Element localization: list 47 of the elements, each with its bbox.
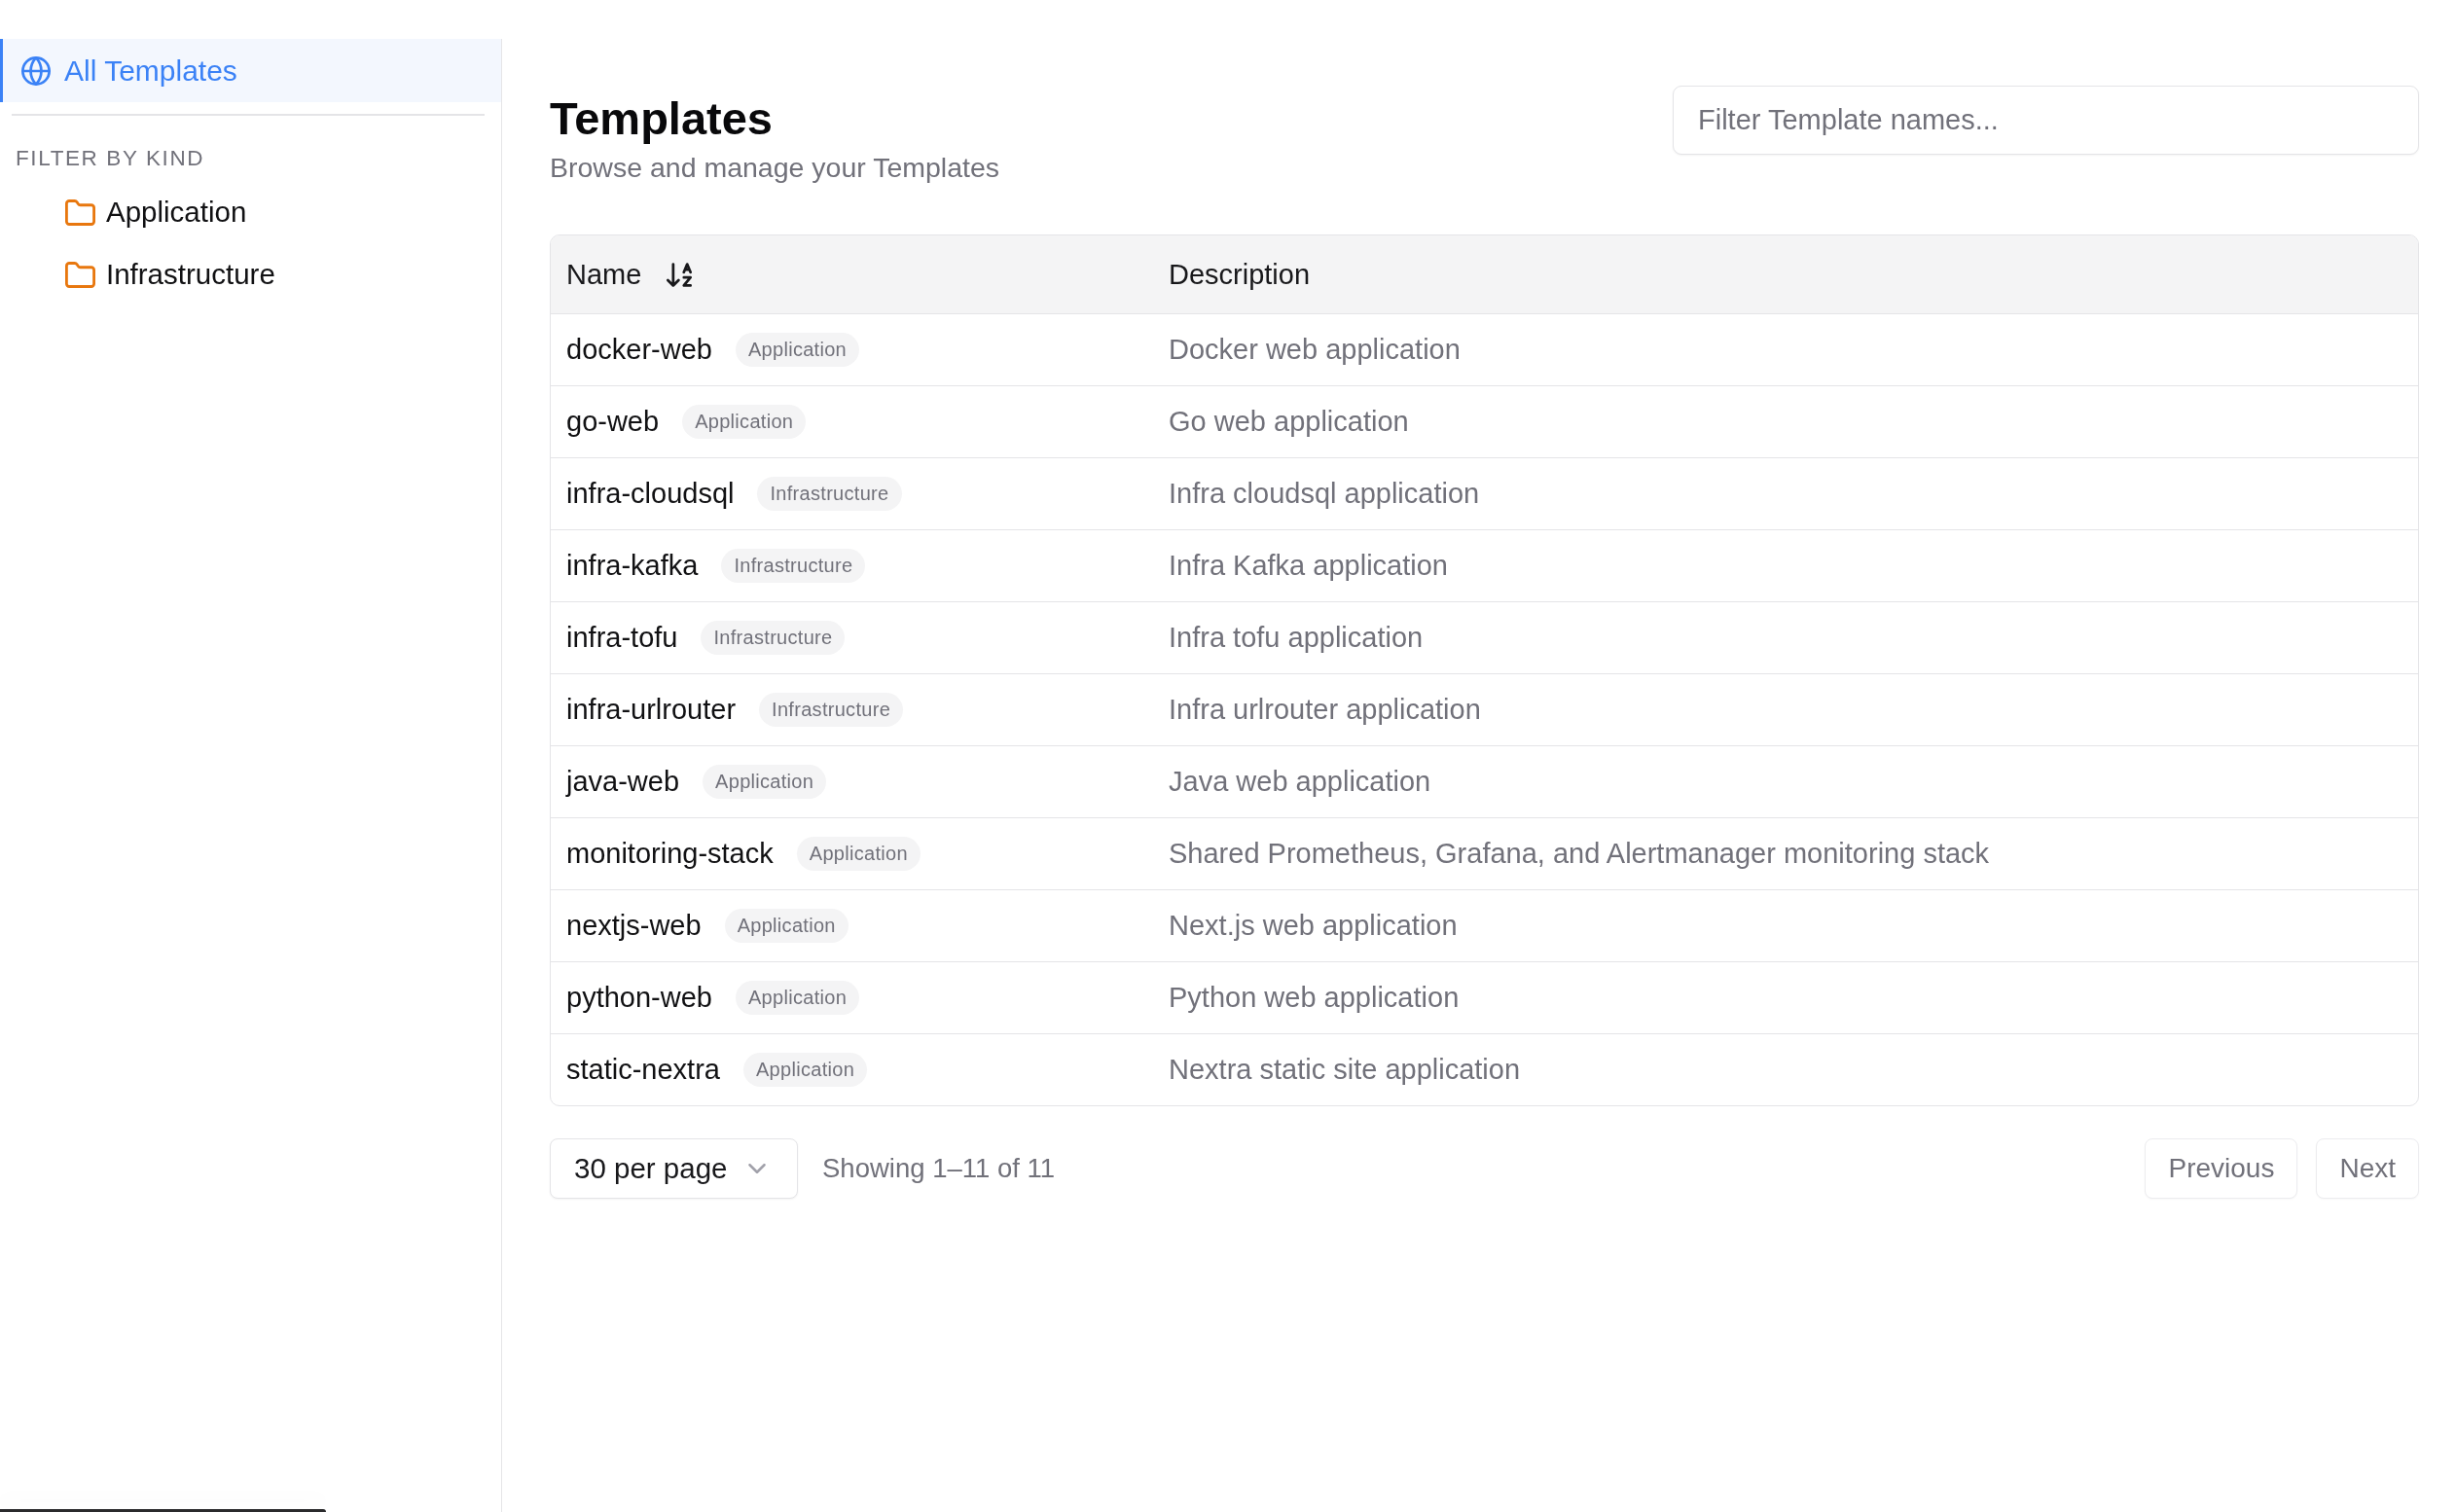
template-name[interactable]: python-web [566, 982, 712, 1014]
template-description: Java web application [1169, 766, 1431, 798]
template-description: Infra Kafka application [1169, 550, 1448, 582]
template-description: Python web application [1169, 982, 1460, 1014]
folder-icon [65, 198, 95, 226]
results-summary: Showing 1–11 of 11 [822, 1153, 1056, 1184]
chevron-down-icon [748, 1164, 766, 1173]
page-subtitle: Browse and manage your Templates [550, 151, 1000, 185]
template-name[interactable]: infra-kafka [566, 550, 699, 582]
kind-badge: Application [724, 909, 849, 943]
template-name[interactable]: nextjs-web [566, 910, 702, 942]
filter-item[interactable]: Application [65, 192, 247, 233]
template-description: Docker web application [1169, 334, 1461, 366]
search-field[interactable]: Filter Template names... [1673, 86, 2419, 155]
page-size-select[interactable]: 30 per page [550, 1138, 798, 1199]
template-description: Nextra static site application [1169, 1054, 1521, 1086]
template-name[interactable]: infra-cloudsql [566, 478, 735, 510]
template-description: Infra tofu application [1169, 622, 1424, 654]
template-description: Infra urlrouter application [1169, 694, 1481, 726]
kind-badge: Infrastructure [757, 477, 902, 511]
template-description: Go web application [1169, 406, 1409, 438]
kind-badge: Application [682, 405, 807, 439]
template-name[interactable]: java-web [566, 766, 680, 798]
template-name[interactable]: infra-urlrouter [566, 694, 737, 726]
kind-badge: Infrastructure [759, 693, 904, 727]
kind-badge: Application [742, 1053, 868, 1087]
page-title: Templates [550, 91, 774, 146]
kind-badge: Application [796, 837, 921, 871]
template-name[interactable]: monitoring-stack [566, 838, 774, 870]
globe-icon [21, 55, 51, 86]
filter-item[interactable]: Infrastructure [65, 254, 275, 295]
kind-badge: Application [703, 765, 827, 799]
template-name[interactable]: static-nextra [566, 1054, 720, 1086]
column-header: Description [1169, 258, 1311, 291]
template-name[interactable]: go-web [566, 406, 660, 438]
kind-badge: Application [735, 981, 860, 1015]
template-name[interactable]: docker-web [566, 334, 712, 366]
template-description: Shared Prometheus, Grafana, and Alertmanager monitoring stack [1169, 838, 1990, 870]
kind-badge: Application [735, 333, 860, 367]
template-description: Infra cloudsql application [1169, 478, 1480, 510]
section-heading: FILTER BY KIND [16, 145, 205, 172]
kind-badge: Infrastructure [701, 621, 846, 655]
kind-badge: Infrastructure [721, 549, 866, 583]
template-description: Next.js web application [1169, 910, 1458, 942]
column-header: Name [566, 258, 642, 291]
template-name[interactable]: infra-tofu [566, 622, 678, 654]
folder-icon [65, 261, 95, 288]
